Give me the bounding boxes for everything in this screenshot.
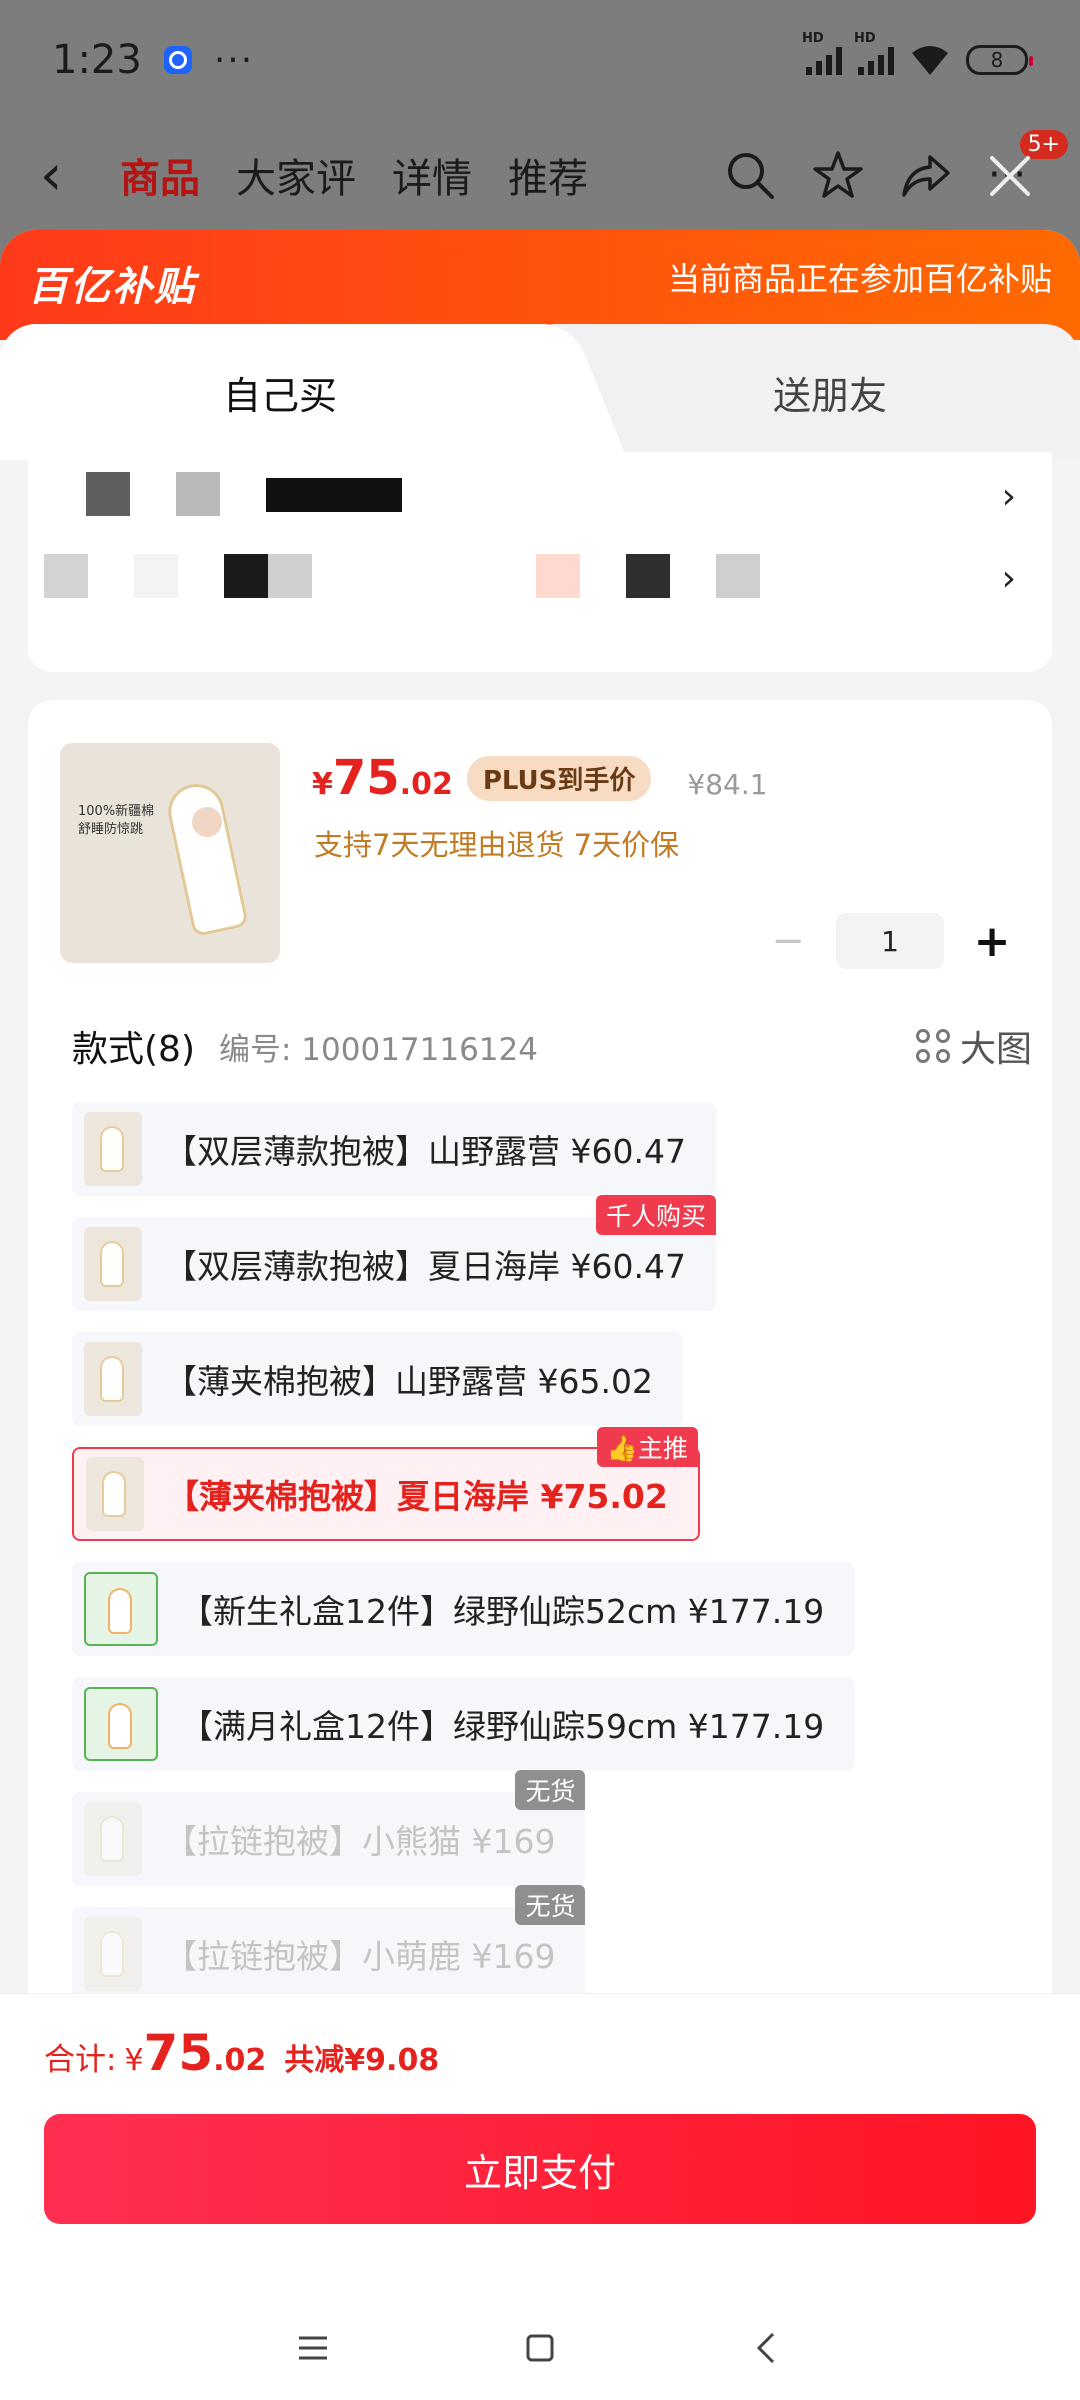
search-icon[interactable]	[724, 149, 776, 201]
order-total: 合计: ¥ 75 .02 共减¥9.08	[44, 2024, 440, 2082]
recommended-badge: 👍主推	[596, 1427, 698, 1467]
discount-amount: 共减¥9.08	[284, 2043, 440, 2078]
style-header: 款式(8) 编号: 100017116124 大图	[72, 1020, 1032, 1072]
redacted-block	[626, 554, 670, 598]
redacted-block	[716, 554, 760, 598]
tab-buy-self[interactable]: 自己买	[0, 324, 560, 460]
price-row: ¥75.02 PLUS到手价 ¥84.1	[312, 750, 768, 806]
redacted-block	[44, 554, 88, 598]
option-thumbnail	[84, 1687, 158, 1761]
option-thumbnail	[84, 1572, 158, 1646]
top-nav: ‹ 商品 大家评 详情 推荐 ··· 5+	[0, 120, 1080, 230]
product-card: 100%新疆棉 舒睡防惊跳 ¥75.02 PLUS到手价 ¥84.1 支持7天无…	[28, 700, 1052, 2050]
redacted-block	[134, 554, 178, 598]
home-icon[interactable]	[520, 2328, 560, 2368]
purchase-sheet: 百亿补贴 当前商品正在参加百亿补贴 送朋友 自己买 › › 100%新疆棉 舒睡…	[0, 230, 1080, 2400]
style-option[interactable]: 【新生礼盒12件】绿野仙踪52cm ¥177.19	[72, 1562, 855, 1656]
quantity-stepper: − 1 +	[768, 913, 1012, 969]
decrease-button[interactable]: −	[768, 918, 808, 964]
product-code: 编号: 100017116124	[219, 1031, 538, 1068]
redacted-block	[176, 472, 220, 516]
checkout-footer: 合计: ¥ 75 .02 共减¥9.08 立即支付	[0, 1993, 1080, 2400]
address-chevron-icon[interactable]: ›	[1002, 476, 1016, 517]
original-price: ¥84.1	[687, 768, 768, 801]
clock: 1:23	[52, 37, 142, 83]
address-chevron-icon-2[interactable]: ›	[1002, 558, 1016, 599]
redacted-block	[268, 554, 312, 598]
style-title: 款式(8)	[72, 1029, 195, 1070]
option-thumbnail	[84, 1802, 142, 1876]
style-option[interactable]: 【薄夹棉抱被】山野露营 ¥65.02	[72, 1332, 683, 1426]
plus-price-tag: PLUS到手价	[466, 755, 652, 801]
address-card[interactable]: › ›	[28, 452, 1052, 672]
redacted-block	[224, 554, 268, 598]
return-promise: 支持7天无理由退货 7天价保	[314, 828, 680, 862]
out-of-stock-badge: 无货	[515, 1770, 586, 1810]
product-thumbnail[interactable]: 100%新疆棉 舒睡防惊跳	[60, 743, 280, 963]
tab-reviews[interactable]: 大家评	[236, 146, 356, 204]
menu-icon[interactable]	[293, 2328, 333, 2368]
buy-mode-tabs: 送朋友 自己买	[0, 324, 1080, 460]
redacted-block	[266, 478, 402, 512]
tab-product[interactable]: 商品	[120, 146, 200, 204]
tab-recommend[interactable]: 推荐	[508, 146, 588, 204]
battery-icon: 8	[966, 45, 1033, 75]
back-arrow-icon[interactable]: ‹	[40, 143, 110, 208]
quantity-input[interactable]: 1	[836, 913, 944, 969]
style-option-out-of-stock[interactable]: 【拉链抱被】小熊猫 ¥169 无货	[72, 1770, 586, 1886]
close-icon[interactable]	[984, 150, 1036, 202]
pay-now-button[interactable]: 立即支付	[44, 2114, 1036, 2224]
big-image-toggle[interactable]: 大图	[915, 1020, 1032, 1072]
out-of-stock-badge: 无货	[515, 1885, 586, 1925]
share-icon[interactable]	[900, 149, 952, 201]
option-thumbnail	[84, 1342, 142, 1416]
option-thumbnail	[84, 1917, 142, 1991]
style-option-selected[interactable]: 【薄夹棉抱被】夏日海岸 ¥75.02 👍主推	[72, 1427, 700, 1541]
wifi-icon	[912, 46, 948, 75]
system-nav-bar	[0, 2294, 1080, 2400]
status-bar: 1:23 ··· HD HD 8	[0, 0, 1080, 120]
back-icon[interactable]	[747, 2328, 787, 2368]
redacted-block	[86, 472, 130, 516]
style-option[interactable]: 【满月礼盒12件】绿野仙踪59cm ¥177.19	[72, 1677, 855, 1771]
redacted-block	[536, 554, 580, 598]
more-notifications-indicator: ···	[213, 39, 255, 81]
option-thumbnail	[86, 1457, 144, 1531]
option-thumbnail	[84, 1112, 142, 1186]
star-icon[interactable]	[812, 149, 864, 201]
subsidy-logo: 百亿补贴	[28, 264, 196, 310]
app-notification-icon	[163, 46, 192, 74]
signal-icon-2: HD	[854, 31, 894, 75]
increase-button[interactable]: +	[972, 916, 1012, 967]
subsidy-note: 当前商品正在参加百亿补贴	[667, 260, 1052, 298]
grid-icon	[915, 1029, 950, 1063]
style-option-out-of-stock[interactable]: 【拉链抱被】小萌鹿 ¥169 无货	[72, 1885, 586, 2001]
style-option[interactable]: 【双层薄款抱被】山野露营 ¥60.47	[72, 1102, 716, 1196]
current-price: ¥75.02	[312, 750, 453, 806]
style-option[interactable]: 【双层薄款抱被】夏日海岸 ¥60.47 千人购买	[72, 1195, 716, 1311]
tab-details[interactable]: 详情	[392, 146, 472, 204]
hot-sale-badge: 千人购买	[595, 1195, 716, 1235]
signal-icon: HD	[802, 31, 842, 75]
option-thumbnail	[84, 1227, 142, 1301]
